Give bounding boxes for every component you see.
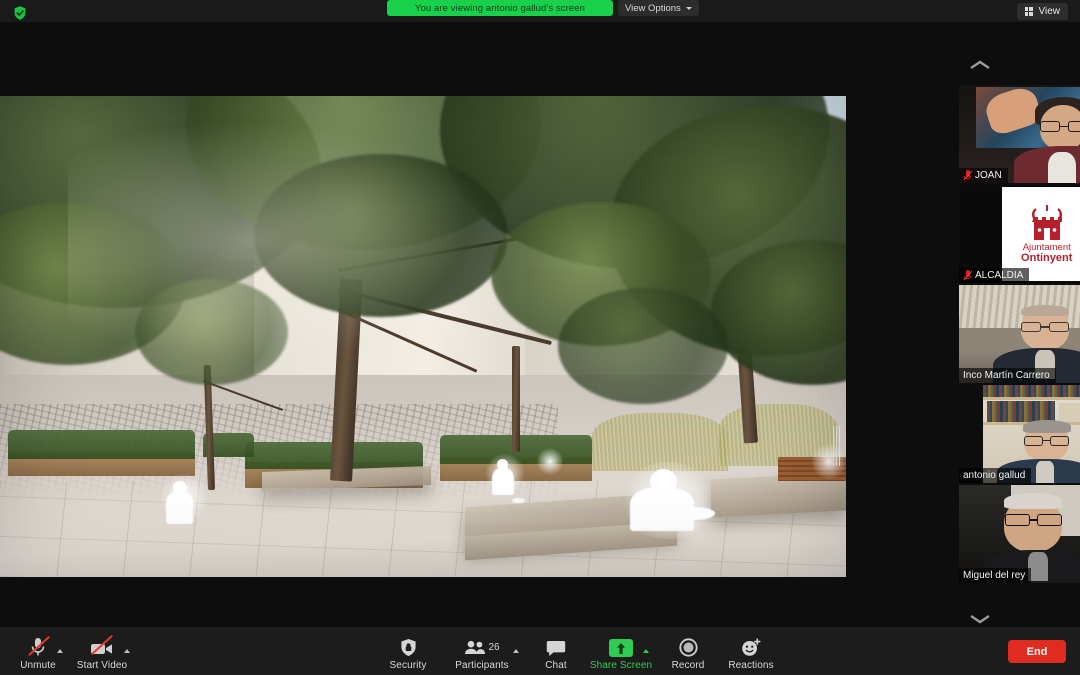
participant-tile-antonio-gallud[interactable]: antonio gallud [959,385,1080,483]
screen-share-banner: You are viewing antonio gallud's screen [387,0,613,16]
participant-name: antonio gallud [963,470,1026,481]
logo-line-2: Ontinyent [1021,251,1073,264]
participant-name-badge: JOAN [959,168,1008,183]
chat-button[interactable]: Chat [520,637,592,671]
microphone-muted-icon [963,270,973,281]
unmute-button[interactable]: Unmute [2,635,74,671]
audio-options-chevron-up-icon[interactable] [57,649,63,653]
grid-icon [1024,7,1034,16]
share-screen-label: Share Screen [589,660,653,671]
smiley-plus-icon [741,637,761,657]
shield-icon [400,637,417,657]
share-screen-chevron-up-icon[interactable] [643,649,649,653]
chat-bubble-icon [546,637,566,657]
top-bar: You are viewing antonio gallud's screen … [0,0,1080,22]
chat-label: Chat [545,660,567,671]
participant-name-badge: ALCALDIA [959,268,1030,283]
record-button[interactable]: Record [652,637,724,671]
participant-count: 26 [488,641,500,653]
participants-label: Participants [455,660,509,671]
meeting-toolbar: Unmute Start Video Security 26 Participa… [0,627,1080,675]
microphone-muted-icon [27,635,51,657]
video-options-chevron-up-icon[interactable] [124,649,130,653]
view-layout-button[interactable]: View [1016,3,1068,20]
drag-handle-icon[interactable] [833,426,840,466]
participant-tile-inco-martin-carrero[interactable]: Inco Martín Carrero [959,285,1080,383]
view-options-label: View Options [625,2,681,14]
participant-name-badge: Miguel del rey [959,568,1032,583]
participant-tiles: JOAN Ajuntament Ontinyent ALCALDIA Inco … [880,85,1080,585]
participant-name: Inco Martín Carrero [963,370,1050,381]
reactions-label: Reactions [728,660,774,671]
participant-name-badge: Inco Martín Carrero [959,368,1056,383]
view-button-label: View [1038,6,1061,17]
screen-share-banner-text: You are viewing antonio gallud's screen [414,2,586,14]
security-button[interactable]: Security [372,637,444,671]
participant-tile-alcaldia[interactable]: Ajuntament Ontinyent ALCALDIA [959,185,1080,283]
participant-name-badge: antonio gallud [959,468,1032,483]
zoom-meeting-window: You are viewing antonio gallud's screen … [0,0,1080,675]
participant-tile-joan[interactable]: JOAN [959,85,1080,183]
participant-tile-miguel-del-rey[interactable]: Miguel del rey [959,485,1080,583]
unmute-label: Unmute [20,660,56,671]
participant-name: Miguel del rey [963,570,1026,581]
participant-filmstrip: JOAN Ajuntament Ontinyent ALCALDIA Inco … [880,26,1080,626]
record-label: Record [671,660,705,671]
microphone-muted-icon [963,170,973,181]
start-video-button[interactable]: Start Video [66,634,138,671]
camera-muted-icon [90,634,114,657]
start-video-label: Start Video [76,660,128,671]
record-circle-icon [678,637,698,657]
filmstrip-scroll-up-button[interactable] [960,52,1000,78]
shield-check-icon[interactable] [12,5,28,21]
chevron-down-icon [685,6,692,10]
security-label: Security [389,660,427,671]
share-screen-button[interactable]: Share Screen [585,637,657,671]
participant-name: ALCALDIA [975,270,1024,281]
participants-chevron-up-icon[interactable] [513,649,519,653]
view-options-dropdown[interactable]: View Options [618,0,699,16]
end-meeting-button[interactable]: End [1008,640,1066,663]
end-label: End [1026,645,1048,658]
participants-button[interactable]: 26 Participants [446,637,518,671]
people-icon: 26 [464,637,500,657]
share-screen-icon [609,637,633,657]
shared-screen-viewport[interactable] [0,96,846,577]
shared-screen-content [0,96,846,577]
reactions-button[interactable]: Reactions [715,637,787,671]
participant-name: JOAN [975,170,1002,181]
